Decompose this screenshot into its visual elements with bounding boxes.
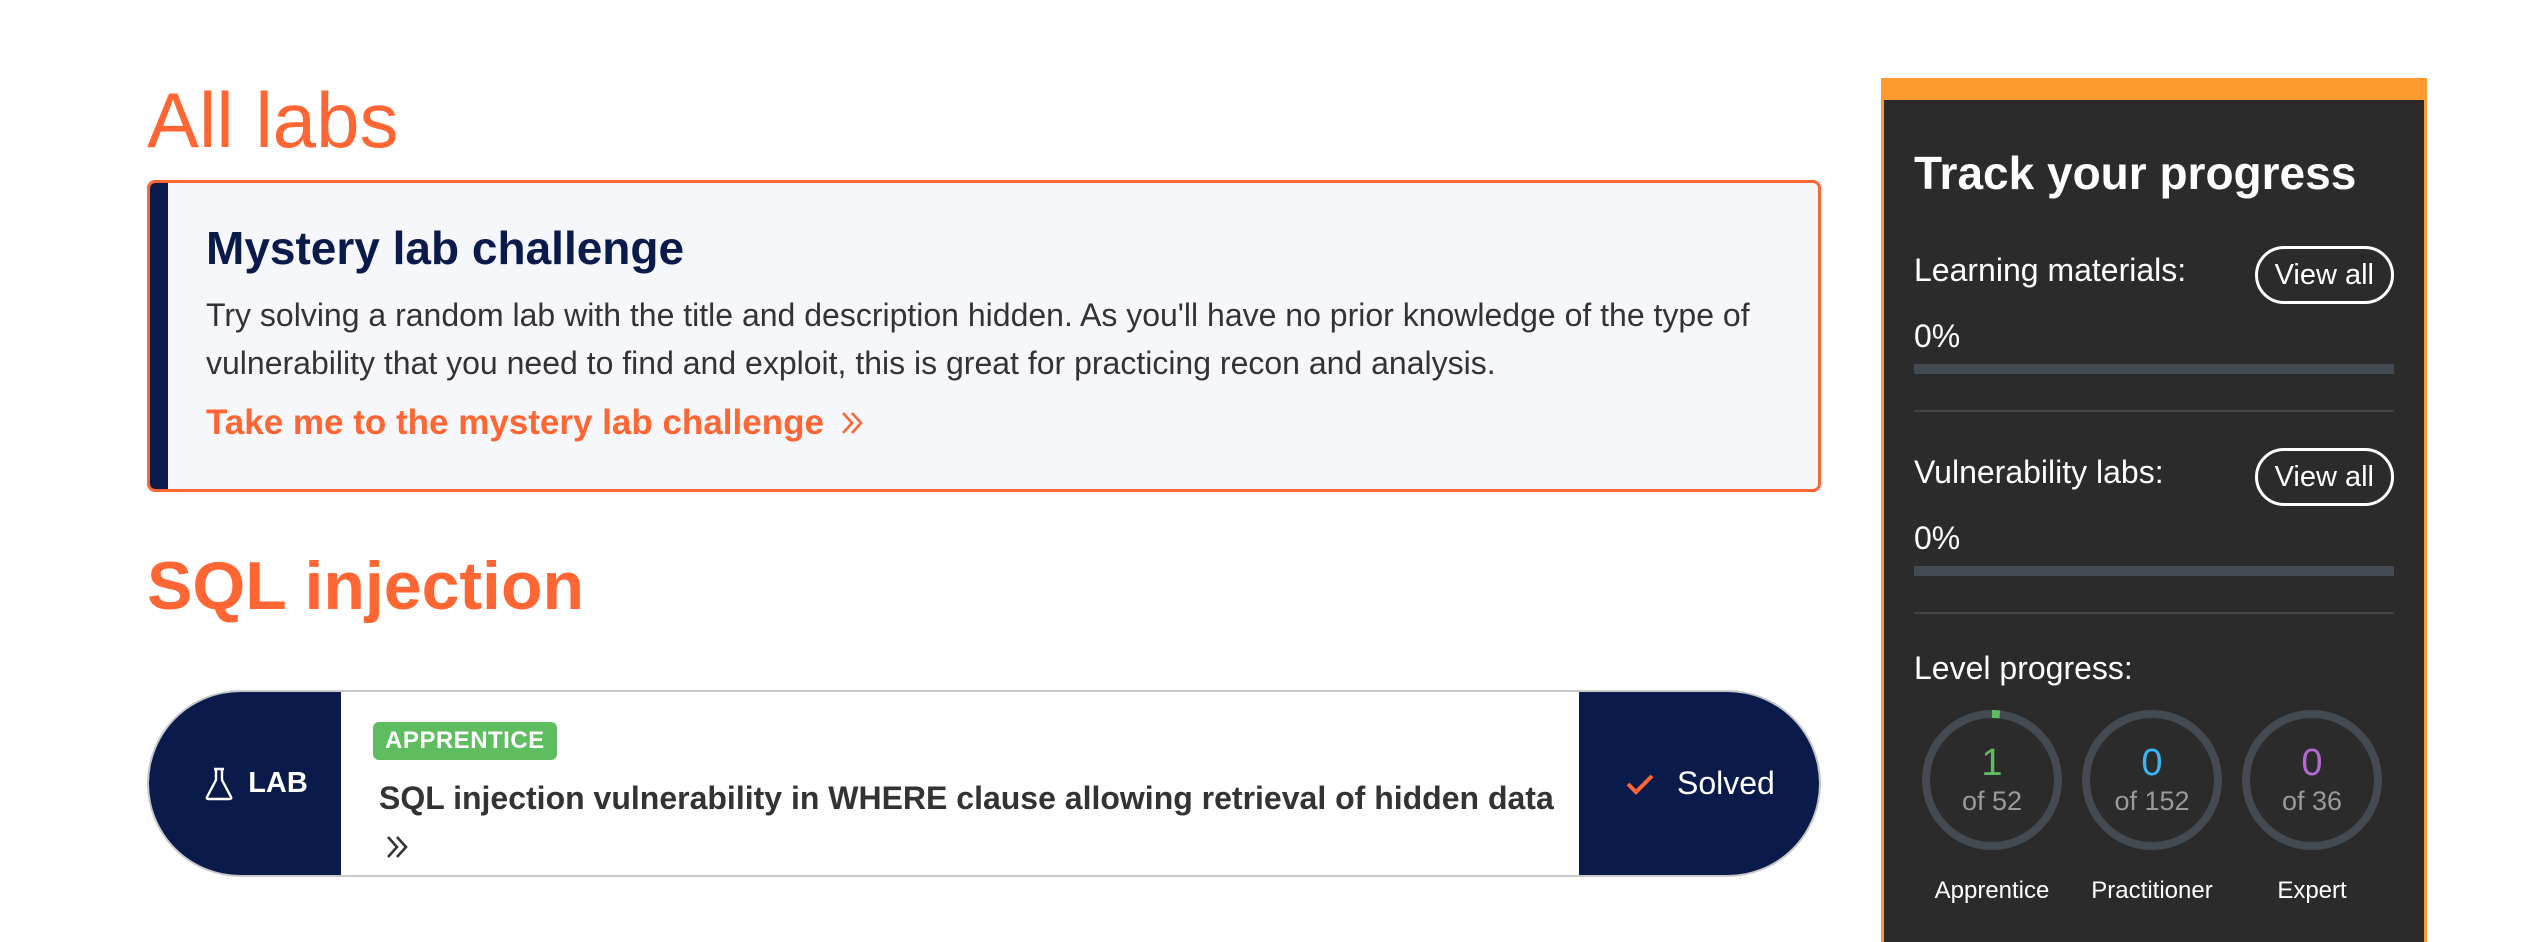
ring-name: Apprentice <box>1934 877 2050 904</box>
ring-count: 1 <box>1981 742 2003 784</box>
vuln-percent: 0% <box>1914 520 1961 556</box>
ring-name: Practitioner <box>2091 877 2213 904</box>
ring-total: of 52 <box>1961 786 2023 816</box>
double-chevron-right-icon <box>387 836 408 858</box>
lab-body: APPRENTICE SQL injection vulnerability i… <box>341 692 1579 875</box>
level-badge: APPRENTICE <box>373 722 557 760</box>
ring-apprentice: 1 of 52 Apprentice <box>1920 708 2064 904</box>
ring-count: 0 <box>2301 742 2323 784</box>
lab-status-label: Solved <box>1677 765 1775 801</box>
mystery-description: Try solving a random lab with the title … <box>206 297 1750 381</box>
mystery-lab-card: Mystery lab challenge Try solving a rand… <box>147 180 1821 492</box>
card-accent-bar <box>150 183 168 489</box>
vulnerability-labs-label: Vulnerability labs: <box>1914 454 2164 490</box>
progress-title: Track your progress <box>1914 147 2357 199</box>
divider <box>1914 612 2394 614</box>
flask-icon <box>205 767 233 800</box>
ring-practitioner: 0 of 152 Practitioner <box>2080 708 2224 904</box>
lab-title: SQL injection vulnerability in WHERE cla… <box>379 780 1554 816</box>
ring-expert: 0 of 36 Expert <box>2240 708 2384 904</box>
lab-row[interactable]: LAB APPRENTICE SQL injection vulnerabili… <box>147 690 1821 877</box>
mystery-lab-link[interactable]: Take me to the mystery lab challenge <box>206 399 864 447</box>
lab-tag-label: LAB <box>248 767 308 799</box>
mystery-title: Mystery lab challenge <box>206 222 685 274</box>
section-title: SQL injection <box>147 548 585 624</box>
vuln-progress-bar <box>1914 566 2394 576</box>
vuln-view-all-button[interactable]: View all <box>2254 448 2394 506</box>
page-title: All labs <box>147 76 399 164</box>
divider <box>1914 410 2394 412</box>
learning-view-all-button[interactable]: View all <box>2254 246 2394 304</box>
lab-status: Solved <box>1579 692 1819 875</box>
level-rings: 1 of 52 Apprentice 0 of 152 Practitioner… <box>1920 708 2390 908</box>
mystery-link-label: Take me to the mystery lab challenge <box>206 403 824 442</box>
double-chevron-right-icon <box>841 412 863 434</box>
lab-tag: LAB <box>149 692 341 875</box>
ring-count: 0 <box>2141 742 2163 784</box>
learning-progress-bar <box>1914 364 2394 374</box>
ring-total: of 152 <box>2114 786 2190 816</box>
ring-name: Expert <box>2277 877 2347 904</box>
ring-total: of 36 <box>2281 786 2343 816</box>
lab-title-link[interactable]: SQL injection vulnerability in WHERE cla… <box>379 774 1579 870</box>
learning-percent: 0% <box>1914 318 1961 354</box>
learning-materials-label: Learning materials: <box>1914 252 2187 288</box>
checkmark-icon <box>1626 774 1654 795</box>
level-progress-label: Level progress: <box>1914 650 2133 686</box>
progress-panel: Track your progress Learning materials: … <box>1881 78 2427 942</box>
